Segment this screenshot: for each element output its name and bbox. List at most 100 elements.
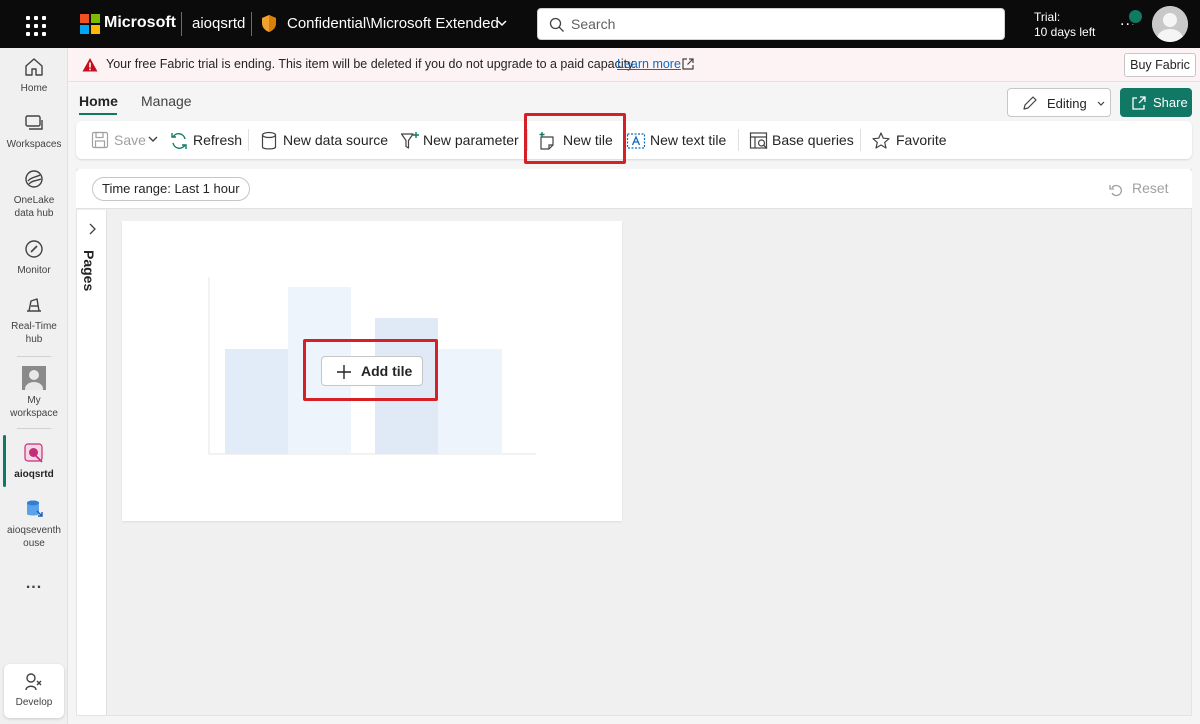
my-workspace-icon	[22, 366, 46, 390]
workspace-breadcrumb[interactable]: aioqsrtd	[192, 15, 245, 32]
new-parameter-label: New parameter	[423, 132, 519, 148]
add-tile-label: Add tile	[361, 363, 413, 379]
refresh-button[interactable]: Refresh	[169, 121, 243, 159]
new-parameter-button[interactable]: New parameter	[400, 121, 520, 159]
avatar[interactable]	[1152, 6, 1188, 42]
nav-aioqseventhouse[interactable]: aioqseventh ouse	[0, 498, 68, 550]
share-icon	[1132, 96, 1146, 110]
base-queries-button[interactable]: Base queries	[749, 121, 854, 159]
dashboard-icon	[24, 443, 43, 463]
external-link-icon[interactable]	[681, 57, 695, 71]
ribbon-toolbar: Save Refresh New data source New paramet…	[76, 121, 1192, 159]
nav-develop[interactable]: Develop	[4, 664, 64, 718]
share-label: Share	[1153, 95, 1188, 110]
divider	[251, 12, 252, 36]
eventhouse-icon	[27, 500, 43, 517]
favorite-button[interactable]: Favorite	[871, 121, 947, 159]
search-icon	[549, 17, 564, 32]
divider	[738, 129, 739, 151]
nav-aioqsrtd[interactable]: aioqsrtd	[0, 442, 68, 481]
filter-plus-icon	[400, 132, 419, 149]
chevron-down-icon[interactable]	[496, 17, 508, 29]
divider	[248, 129, 249, 151]
undo-icon	[1109, 184, 1122, 197]
learn-more-link[interactable]: Learn more	[617, 57, 681, 71]
refresh-icon	[171, 133, 187, 149]
new-text-tile-button[interactable]: New text tile	[626, 121, 730, 159]
nav-label: Real-Time hub	[11, 321, 57, 345]
save-button[interactable]: Save	[91, 121, 161, 159]
nav-label: My workspace	[10, 395, 58, 419]
search-box[interactable]	[537, 8, 1005, 40]
divider	[860, 129, 861, 151]
buy-fabric-button[interactable]: Buy Fabric	[1124, 53, 1196, 77]
trial-banner: Your free Fabric trial is ending. This i…	[68, 48, 1200, 82]
new-tile-icon	[539, 132, 554, 150]
realtime-hub-icon	[27, 298, 41, 312]
divider	[527, 129, 528, 151]
new-text-tile-label: New text tile	[650, 132, 727, 148]
trial-days-left: 10 days left	[1034, 25, 1096, 39]
editing-mode-button[interactable]: Editing	[1007, 88, 1111, 117]
onelake-icon	[25, 170, 43, 188]
workspaces-icon	[25, 115, 43, 130]
notification-status-icon	[1127, 8, 1144, 25]
plus-icon	[337, 365, 351, 379]
person-icon	[1152, 6, 1188, 42]
save-icon	[91, 131, 109, 149]
nav-label: Develop	[15, 697, 53, 708]
warning-icon	[82, 58, 98, 72]
left-navigation: Home Workspaces OneLake data hub Monitor…	[0, 48, 68, 724]
pages-label[interactable]: Pages	[81, 250, 97, 291]
nav-my-workspace[interactable]: My workspace	[0, 366, 68, 420]
chevron-right-icon[interactable]	[86, 222, 98, 236]
pencil-icon	[1023, 96, 1037, 110]
new-data-source-button[interactable]: New data source	[261, 121, 388, 159]
divider	[181, 12, 182, 36]
time-range-filter[interactable]: Time range: Last 1 hour	[92, 177, 250, 201]
nav-label: aioqseventh ouse	[7, 525, 61, 549]
add-tile-button[interactable]: Add tile	[321, 356, 423, 386]
favorite-label: Favorite	[896, 132, 947, 148]
microsoft-logo-icon	[80, 14, 100, 34]
text-tile-icon	[626, 133, 646, 149]
nav-label: Workspaces	[6, 139, 62, 150]
divider	[17, 356, 51, 357]
search-input[interactable]	[571, 9, 991, 39]
database-icon	[261, 131, 277, 150]
nav-label: Home	[20, 83, 48, 94]
base-queries-icon	[749, 132, 768, 149]
refresh-label: Refresh	[193, 132, 243, 148]
tab-home[interactable]: Home	[79, 93, 118, 109]
reset-label: Reset	[1132, 180, 1169, 196]
nav-label: Monitor	[17, 265, 51, 276]
share-button[interactable]: Share	[1120, 88, 1192, 117]
new-tile-button[interactable]: New tile	[538, 121, 614, 159]
trial-label: Trial:	[1034, 10, 1061, 24]
home-icon	[25, 58, 43, 76]
divider	[17, 428, 51, 429]
sensitivity-shield-icon	[262, 15, 276, 32]
star-icon	[872, 132, 890, 149]
nav-home[interactable]: Home	[0, 56, 68, 95]
nav-workspaces[interactable]: Workspaces	[0, 112, 68, 151]
editing-label: Editing	[1047, 96, 1087, 111]
base-queries-label: Base queries	[772, 132, 854, 148]
chevron-down-icon[interactable]	[147, 135, 159, 145]
tab-manage[interactable]: Manage	[141, 93, 192, 109]
tab-selected-indicator	[79, 113, 117, 115]
nav-onelake-data-hub[interactable]: OneLake data hub	[0, 168, 68, 220]
develop-icon	[25, 673, 42, 691]
trial-status[interactable]: Trial: 10 days left	[1034, 10, 1095, 40]
nav-real-time-hub[interactable]: Real-Time hub	[0, 294, 68, 346]
new-data-source-label: New data source	[283, 132, 389, 148]
monitor-icon	[25, 240, 43, 258]
save-label: Save	[114, 132, 146, 148]
sensitivity-label[interactable]: Confidential\Microsoft Extended	[287, 15, 499, 32]
chevron-down-icon	[1097, 101, 1105, 106]
app-launcher-icon[interactable]	[22, 12, 46, 36]
nav-label: OneLake data hub	[13, 195, 55, 219]
top-bar: Microsoft aioqsrtd Confidential\Microsof…	[0, 0, 1200, 48]
nav-monitor[interactable]: Monitor	[0, 238, 68, 277]
more-nav-icon[interactable]: ...	[0, 575, 68, 593]
